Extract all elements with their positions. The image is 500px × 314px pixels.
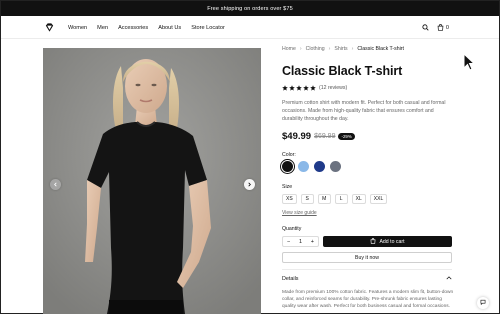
color-swatch[interactable] [280, 159, 295, 174]
star-icon [310, 85, 316, 91]
chevron-up-icon [446, 276, 452, 282]
size-label: Size [282, 184, 293, 190]
bag-icon [370, 237, 376, 246]
size-option-xxl[interactable]: XXL [369, 194, 388, 204]
header-actions: 0 [422, 16, 449, 39]
color-swatches [280, 159, 341, 174]
star-icon [296, 85, 302, 91]
quantity-label: Quantity [282, 226, 302, 232]
nav-item-women[interactable]: Women [68, 25, 87, 31]
color-swatch[interactable] [330, 161, 341, 172]
gallery-next-button[interactable] [244, 179, 255, 190]
product-title: Classic Black T-shirt [282, 64, 403, 78]
color-label: Color: [282, 152, 296, 158]
breadcrumb-separator: › [351, 46, 354, 52]
size-option-m[interactable]: M [317, 194, 331, 204]
diamond-logo-icon[interactable] [44, 22, 55, 33]
star-icon [289, 85, 295, 91]
discount-badge: -29% [338, 133, 355, 140]
star-icon [303, 85, 309, 91]
quantity-stepper: − 1 + [282, 236, 319, 247]
size-option-xs[interactable]: XS [282, 194, 297, 204]
original-price: $69.99 [314, 133, 336, 140]
nav-item-store-locator[interactable]: Store Locator [191, 25, 225, 31]
details-body: Made from premium 100% cotton fabric. Fe… [282, 290, 454, 310]
main-nav: Women Men Accessories About Us Store Loc… [68, 16, 235, 39]
product-gallery [43, 48, 261, 314]
quantity-increase-button[interactable]: + [311, 239, 314, 245]
color-swatch[interactable] [298, 161, 309, 172]
review-count[interactable]: (12 reviews) [319, 85, 347, 91]
size-option-l[interactable]: L [334, 194, 348, 204]
breadcrumb-item-home[interactable]: Home [282, 46, 296, 52]
bag-icon [437, 24, 444, 31]
breadcrumb-separator: › [328, 46, 331, 52]
breadcrumb-wrap: Home › Clothing › Shirts › Classic Black… [282, 46, 452, 52]
buy-now-label: Buy it now [355, 254, 379, 261]
quantity-value[interactable]: 1 [299, 239, 302, 245]
nav-item-men[interactable]: Men [97, 25, 108, 31]
cart-count: 0 [445, 24, 449, 31]
size-option-xl[interactable]: XL [351, 194, 366, 204]
chevron-left-icon [54, 182, 57, 187]
site-header: Women Men Accessories About Us Store Loc… [1, 16, 499, 39]
nav-item-accessories[interactable]: Accessories [118, 25, 148, 31]
star-icon [282, 85, 288, 91]
size-options: XS S M L XL XXL [282, 194, 388, 204]
size-guide-link[interactable]: View size guide [282, 210, 317, 216]
product-photo [43, 48, 261, 314]
breadcrumb-separator: › [299, 46, 302, 52]
breadcrumb-current: Classic Black T-shirt [357, 46, 404, 52]
buy-now-button[interactable]: Buy it now [282, 252, 452, 263]
current-price: $49.99 [282, 131, 312, 142]
chat-icon [480, 299, 486, 307]
gallery-prev-button[interactable] [50, 179, 61, 190]
details-title: Details [282, 276, 299, 282]
add-to-cart-label: Add to cart [379, 238, 405, 245]
mouse-cursor-icon [463, 53, 475, 71]
chat-button[interactable] [477, 297, 489, 309]
breadcrumb-item-clothing[interactable]: Clothing [306, 46, 325, 52]
size-option-s[interactable]: S [300, 194, 314, 204]
price-row: $49.99 $69.99 -29% [282, 131, 355, 142]
breadcrumb-item-shirts[interactable]: Shirts [334, 46, 347, 52]
product-rating: (12 reviews) [282, 85, 347, 91]
cart-button[interactable]: 0 [437, 24, 449, 31]
color-swatch[interactable] [314, 161, 325, 172]
chevron-right-icon [248, 182, 251, 187]
nav-item-about-us[interactable]: About Us [158, 25, 181, 31]
announcement-text: Free shipping on orders over $75 [207, 5, 293, 12]
details-divider [282, 269, 452, 270]
star-rating [282, 85, 316, 91]
add-to-cart-button[interactable]: Add to cart [323, 236, 452, 247]
details-accordion-header[interactable]: Details [282, 276, 452, 282]
search-icon[interactable] [422, 24, 429, 31]
announcement-bar: Free shipping on orders over $75 [1, 1, 499, 16]
breadcrumb: Home › Clothing › Shirts › Classic Black… [282, 46, 452, 52]
product-description: Premium cotton shirt with modern fit. Pe… [282, 100, 446, 122]
quantity-decrease-button[interactable]: − [287, 239, 290, 245]
